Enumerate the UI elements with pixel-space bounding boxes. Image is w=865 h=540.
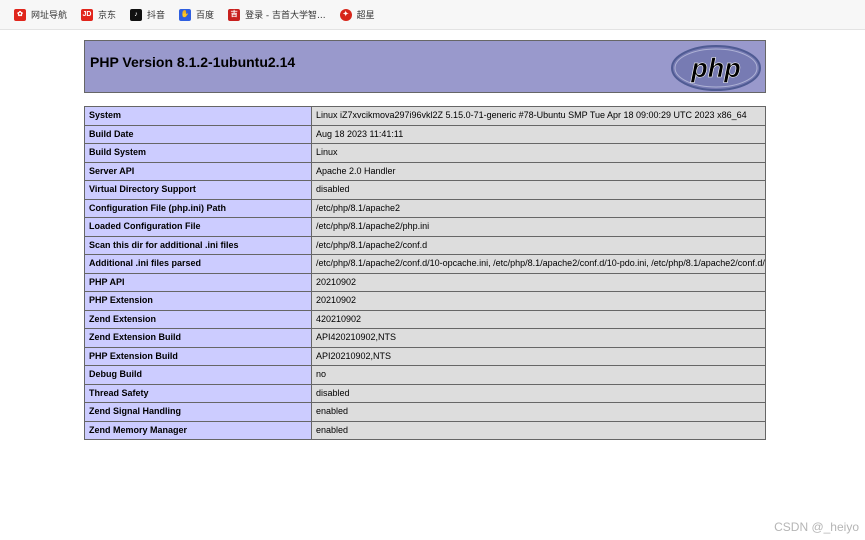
row-value: API420210902,NTS	[311, 328, 766, 348]
row-value: API20210902,NTS	[311, 346, 766, 366]
row-key: Debug Build	[84, 365, 312, 385]
table-row: Thread Safety disabled	[84, 383, 766, 403]
douyin-icon: ♪	[130, 8, 143, 21]
row-key: Server API	[84, 161, 312, 181]
row-value: disabled	[311, 180, 766, 200]
row-key: System	[84, 106, 312, 126]
bookmark-0[interactable]: ✿ 网址导航	[14, 8, 67, 21]
row-key: Virtual Directory Support	[84, 180, 312, 200]
row-value: 20210902	[311, 272, 766, 292]
phpinfo-page: PHP Version 8.1.2-1ubuntu2.14 php System…	[84, 40, 766, 440]
table-row: PHP Extension Build API20210902,NTS	[84, 346, 766, 366]
row-value: disabled	[311, 383, 766, 403]
info-table: System Linux iZ7xvcikmova297i96vkl2Z 5.15…	[84, 106, 766, 440]
row-key: PHP API	[84, 272, 312, 292]
bookmark-5[interactable]: ✦ 超星	[339, 8, 375, 21]
bookmark-label: 网址导航	[31, 11, 68, 21]
row-value: /etc/php/8.1/apache2	[311, 198, 766, 218]
page-title: PHP Version 8.1.2-1ubuntu2.14	[90, 54, 296, 70]
row-key: Build System	[84, 143, 312, 163]
table-row: Debug Build no	[84, 365, 766, 385]
row-value: /etc/php/8.1/apache2/conf.d/10-opcache.i…	[311, 254, 766, 274]
table-row: Build System Linux	[84, 143, 766, 163]
table-row: Zend Extension 420210902	[84, 309, 766, 329]
row-key: Zend Memory Manager	[84, 420, 312, 440]
bookmark-label: 超星	[356, 11, 375, 21]
table-row: Virtual Directory Support disabled	[84, 180, 766, 200]
jd-icon: JD	[81, 8, 94, 21]
row-key: Scan this dir for additional .ini files	[84, 235, 312, 255]
row-value: Linux iZ7xvcikmova297i96vkl2Z 5.15.0-71-…	[311, 106, 766, 126]
bookmark-label: 抖音	[147, 11, 166, 21]
baidu-icon: ✋	[179, 8, 192, 21]
table-row: Server API Apache 2.0 Handler	[84, 161, 766, 181]
row-value: 20210902	[311, 291, 766, 311]
bookmark-label: 登录 - 吉首大学智...	[245, 11, 326, 21]
table-row: Scan this dir for additional .ini files /…	[84, 235, 766, 255]
row-key: Zend Signal Handling	[84, 402, 312, 422]
table-row: Zend Memory Manager enabled	[84, 420, 766, 440]
row-key: Zend Extension	[84, 309, 312, 329]
bookmark-3[interactable]: ✋ 百度	[179, 8, 214, 21]
table-row: Configuration File (php.ini) Path/etc/ph…	[84, 198, 766, 218]
jishou-icon: 吉	[228, 8, 241, 21]
bookmarks-bar: ✿ 网址导航 JD 京东 ♪ 抖音 ✋ 百度 吉 登录 - 吉首大学智... ✦…	[0, 0, 865, 30]
row-value: Linux	[311, 143, 766, 163]
row-value: 420210902	[311, 309, 766, 329]
table-row: Zend Extension Build API420210902,NTS	[84, 328, 766, 348]
table-row: PHP API 20210902	[84, 272, 766, 292]
row-key: Zend Extension Build	[84, 328, 312, 348]
row-key: Build Date	[84, 124, 312, 144]
row-value: Aug 18 2023 11:41:11	[311, 124, 766, 144]
bookmark-label: 百度	[196, 11, 215, 21]
bookmark-label: 京东	[98, 11, 117, 21]
row-key: Additional .ini files parsed	[84, 254, 312, 274]
row-value: enabled	[311, 402, 766, 422]
chaoxing-icon: ✦	[339, 8, 352, 21]
php-logo-text: php	[690, 53, 740, 83]
table-row: PHP Extension 20210902	[84, 291, 766, 311]
php-header: PHP Version 8.1.2-1ubuntu2.14 php	[84, 40, 766, 93]
table-row: Additional .ini files parsed/etc/php/8.1…	[84, 254, 766, 274]
row-value: enabled	[311, 420, 766, 440]
table-row: Loaded Configuration File/etc/php/8.1/ap…	[84, 217, 766, 237]
bookmark-1[interactable]: JD 京东	[81, 8, 116, 21]
row-key: PHP Extension Build	[84, 346, 312, 366]
row-key: Thread Safety	[84, 383, 312, 403]
row-value: Apache 2.0 Handler	[311, 161, 766, 181]
csdn-watermark: CSDN @_heiyo	[774, 520, 859, 534]
table-row: System Linux iZ7xvcikmova297i96vkl2Z 5.15…	[84, 106, 766, 126]
php-logo-icon[interactable]: php	[670, 44, 762, 92]
row-key: PHP Extension	[84, 291, 312, 311]
row-value: no	[311, 365, 766, 385]
table-row: Build Date Aug 18 2023 11:41:11	[84, 124, 766, 144]
row-value: /etc/php/8.1/apache2/conf.d	[311, 235, 766, 255]
row-key: Loaded Configuration File	[84, 217, 312, 237]
row-value: /etc/php/8.1/apache2/php.ini	[311, 217, 766, 237]
huawei-icon: ✿	[14, 8, 26, 21]
row-key: Configuration File (php.ini) Path	[84, 198, 312, 218]
table-row: Zend Signal Handling enabled	[84, 402, 766, 422]
bookmark-2[interactable]: ♪ 抖音	[130, 8, 165, 21]
bookmark-4[interactable]: 吉 登录 - 吉首大学智...	[228, 8, 326, 21]
